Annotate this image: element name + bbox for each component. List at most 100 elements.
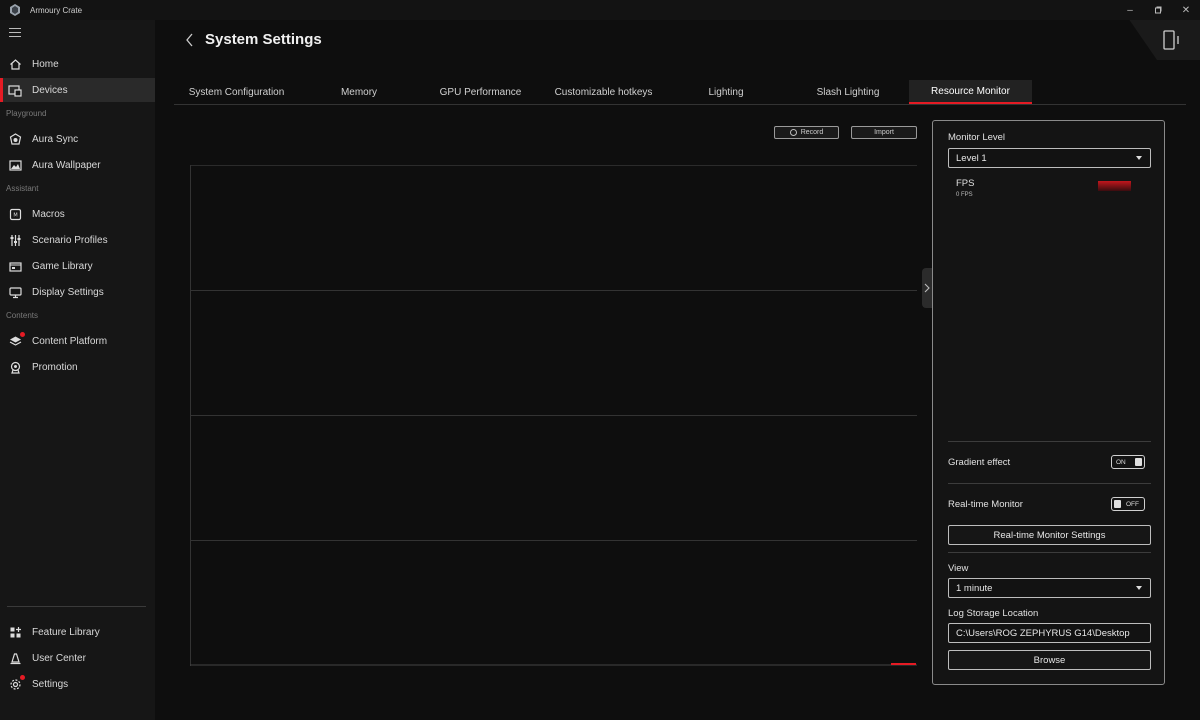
metric-value: 0 FPS bbox=[956, 192, 973, 198]
chevron-down-icon bbox=[1136, 586, 1142, 590]
toggle-knob bbox=[1135, 458, 1142, 466]
sidebar-item-promotion[interactable]: Promotion bbox=[0, 355, 155, 379]
feature-library-icon bbox=[8, 625, 22, 639]
aura-sync-icon bbox=[8, 132, 22, 146]
notification-badge bbox=[20, 675, 25, 680]
back-chevron-icon[interactable] bbox=[184, 32, 196, 48]
panel-divider bbox=[948, 483, 1151, 484]
browse-button[interactable]: Browse bbox=[948, 650, 1151, 670]
tab-gpu-performance[interactable]: GPU Performance bbox=[419, 80, 542, 104]
panel-divider bbox=[948, 441, 1151, 442]
gradient-effect-label: Gradient effect bbox=[948, 457, 1011, 468]
sidebar-item-settings[interactable]: Settings bbox=[0, 672, 155, 696]
display-icon bbox=[8, 285, 22, 299]
record-label: Record bbox=[800, 129, 824, 136]
device-corner-panel bbox=[1129, 20, 1200, 60]
section-label-contents: Contents bbox=[6, 311, 39, 320]
sidebar-item-label: Game Library bbox=[32, 260, 93, 272]
toggle-state: ON bbox=[1116, 458, 1126, 466]
import-button[interactable]: Import bbox=[851, 126, 917, 139]
sidebar-item-scenario-profiles[interactable]: Scenario Profiles bbox=[0, 228, 155, 252]
sidebar-item-label: Macros bbox=[32, 208, 65, 220]
home-icon bbox=[8, 57, 22, 71]
monitor-settings-panel: Monitor Level Level 1 FPS 0 FPS Gradient… bbox=[932, 120, 1165, 685]
log-storage-label: Log Storage Location bbox=[948, 608, 1039, 619]
tab-customizable-hotkeys[interactable]: Customizable hotkeys bbox=[542, 80, 665, 104]
devices-icon bbox=[8, 83, 22, 97]
sidebar-item-game-library[interactable]: Game Library bbox=[0, 254, 155, 278]
tab-resource-monitor[interactable]: Resource Monitor bbox=[909, 80, 1032, 104]
content-platform-icon bbox=[8, 332, 25, 348]
sidebar-item-feature-library[interactable]: Feature Library bbox=[0, 620, 155, 644]
sidebar-item-label: Settings bbox=[32, 678, 69, 690]
sidebar-item-content-platform[interactable]: Content Platform bbox=[0, 329, 155, 353]
sidebar-item-display-settings[interactable]: Display Settings bbox=[0, 280, 155, 304]
rog-logo-icon bbox=[10, 4, 20, 16]
monitor-level-value: Level 1 bbox=[956, 152, 987, 164]
chevron-right-icon bbox=[924, 283, 930, 293]
sidebar-item-devices[interactable]: Devices bbox=[0, 78, 155, 102]
sidebar-item-label: Aura Wallpaper bbox=[32, 159, 101, 171]
restore-icon bbox=[1155, 6, 1162, 14]
tab-memory[interactable]: Memory bbox=[299, 80, 419, 104]
record-icon bbox=[789, 129, 797, 136]
tab-lighting[interactable]: Lighting bbox=[665, 80, 787, 104]
realtime-monitor-settings-button[interactable]: Real-time Monitor Settings bbox=[948, 525, 1151, 545]
sidebar-item-home[interactable]: Home bbox=[0, 52, 155, 76]
game-library-icon bbox=[8, 259, 22, 273]
view-select[interactable]: 1 minute bbox=[948, 578, 1151, 598]
sidebar-divider bbox=[7, 606, 146, 607]
sidebar-item-label: Promotion bbox=[32, 361, 78, 373]
wallpaper-icon bbox=[8, 158, 22, 172]
settings-gear-icon bbox=[8, 675, 25, 691]
page-title: System Settings bbox=[205, 31, 322, 48]
app-title: Armoury Crate bbox=[30, 5, 83, 15]
monitor-level-label: Monitor Level bbox=[948, 132, 1006, 143]
tab-slash-lighting[interactable]: Slash Lighting bbox=[787, 80, 909, 104]
title-bar: Armoury Crate – ✕ bbox=[0, 0, 1200, 20]
sidebar-item-label: Content Platform bbox=[32, 335, 108, 347]
promotion-icon bbox=[8, 360, 22, 374]
sidebar-item-label: Scenario Profiles bbox=[32, 234, 108, 246]
log-storage-path-field[interactable]: C:\Users\ROG ZEPHYRUS G14\Desktop bbox=[948, 623, 1151, 643]
minimize-button[interactable]: – bbox=[1116, 0, 1144, 20]
sidebar-item-aura-sync[interactable]: Aura Sync bbox=[0, 127, 155, 151]
monitor-level-select[interactable]: Level 1 bbox=[948, 148, 1151, 168]
resource-monitor-chart bbox=[190, 165, 917, 666]
sidebar-item-user-center[interactable]: User Center bbox=[0, 646, 155, 670]
close-button[interactable]: ✕ bbox=[1172, 0, 1200, 20]
section-label-assistant: Assistant bbox=[6, 184, 39, 193]
menu-icon[interactable] bbox=[9, 28, 21, 38]
record-button[interactable]: Record bbox=[774, 126, 839, 139]
gradient-effect-toggle[interactable]: ON bbox=[1111, 455, 1145, 469]
metric-color-swatch[interactable] bbox=[1098, 181, 1131, 191]
sidebar-item-label: Aura Sync bbox=[32, 133, 79, 145]
sidebar-item-label: Feature Library bbox=[32, 626, 100, 638]
realtime-monitor-toggle[interactable]: OFF bbox=[1111, 497, 1145, 511]
panel-divider bbox=[948, 552, 1151, 553]
view-label: View bbox=[948, 563, 969, 574]
sidebar-item-macros[interactable]: M Macros bbox=[0, 202, 155, 226]
panel-collapse-button[interactable] bbox=[922, 268, 932, 308]
realtime-monitor-label: Real-time Monitor bbox=[948, 499, 1023, 510]
tab-system-configuration[interactable]: System Configuration bbox=[174, 80, 299, 104]
sidebar-item-label: Home bbox=[32, 58, 59, 70]
sidebar-item-label: User Center bbox=[32, 652, 86, 664]
notification-badge bbox=[20, 332, 25, 337]
metric-name: FPS bbox=[956, 178, 975, 189]
sidebar-item-aura-wallpaper[interactable]: Aura Wallpaper bbox=[0, 153, 155, 177]
section-label-playground: Playground bbox=[6, 109, 47, 118]
sidebar-item-label: Devices bbox=[32, 84, 68, 96]
svg-text:M: M bbox=[13, 212, 17, 218]
tab-bar: System Configuration Memory GPU Performa… bbox=[174, 80, 1186, 105]
chevron-down-icon bbox=[1136, 156, 1142, 160]
macros-icon: M bbox=[8, 207, 22, 221]
sliders-icon bbox=[8, 233, 22, 247]
sidebar: Home Devices Playground Aura Sync Aura W… bbox=[0, 20, 155, 720]
device-phone-icon[interactable] bbox=[1161, 30, 1181, 50]
toggle-knob bbox=[1114, 500, 1121, 508]
sidebar-item-label: Display Settings bbox=[32, 286, 104, 298]
user-center-icon bbox=[8, 651, 22, 665]
view-value: 1 minute bbox=[956, 582, 993, 594]
restore-button[interactable] bbox=[1144, 0, 1172, 20]
